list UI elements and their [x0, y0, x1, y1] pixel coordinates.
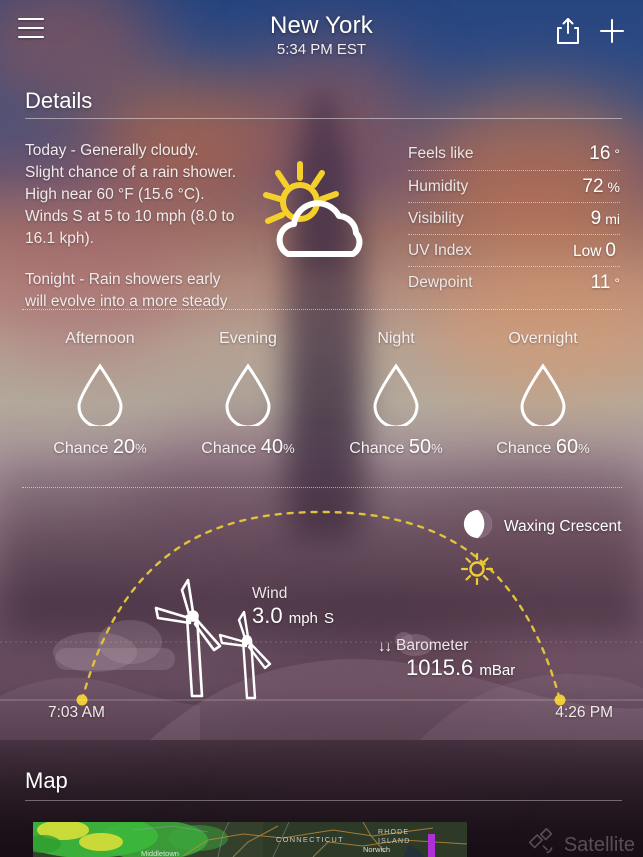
forecast-today: Today - Generally cloudy. Slight chance …: [25, 142, 237, 247]
stat-unit: °: [614, 274, 620, 291]
forecast-tonight: Tonight - Rain showers early will evolve…: [25, 271, 228, 310]
stat-unit: °: [614, 146, 620, 162]
svg-text:Norwich: Norwich: [363, 845, 390, 854]
chance-label: Chance: [349, 440, 405, 457]
percent-symbol: %: [578, 441, 590, 456]
precipitation-row: Afternoon Chance 20% Evening Chance 40% …: [0, 330, 643, 475]
precip-period-label: Night: [377, 330, 415, 347]
chance-value: 50: [408, 436, 432, 458]
details-title-rule: [25, 118, 622, 119]
stat-label: Feels like: [408, 145, 474, 162]
satellite-icon: [528, 828, 558, 857]
sunset-time: 4:26 PM: [555, 704, 613, 721]
precip-period-overnight: Overnight Chance 60%: [463, 330, 623, 459]
sun-behind-cloud-icon: [258, 158, 388, 270]
wind-direction: S: [324, 610, 335, 627]
precip-period-label: Evening: [219, 330, 277, 347]
raindrop-icon: [516, 362, 570, 429]
svg-text:CONNECTICUT: CONNECTICUT: [276, 835, 344, 844]
local-time: 5:34 PM EST: [276, 41, 367, 58]
wind-value: 3.0 mph S: [252, 603, 334, 629]
stat-unit: mi: [605, 210, 620, 227]
table-row: Visibility 9 mi: [408, 202, 620, 234]
stat-number: 0: [605, 239, 616, 261]
stat-number: 72: [582, 175, 604, 197]
page-title: New York: [270, 12, 373, 39]
moon-phase-label: Waxing Crescent: [504, 517, 622, 535]
plus-icon[interactable]: [597, 16, 627, 46]
barometer-unit: mBar: [479, 662, 516, 679]
svg-text:RHODE: RHODE: [378, 829, 409, 836]
chance-value: 20: [112, 436, 136, 458]
barometer-value: 1015.6 mBar: [406, 655, 515, 681]
percent-symbol: %: [283, 441, 295, 456]
stat-value: 11 °: [587, 272, 620, 294]
precip-period-label: Overnight: [508, 330, 578, 347]
stat-label: UV Index: [408, 241, 472, 259]
barometer-readout: ↓↓ Barometer 1015.6 mBar: [378, 637, 515, 681]
stat-value: 72%: [578, 176, 620, 198]
precip-period-evening: Evening Chance 40%: [168, 330, 328, 459]
barometer-number: 1015.6: [406, 655, 474, 680]
stat-value: 9 mi: [587, 208, 620, 230]
table-row: UV Index Low 0: [408, 234, 620, 266]
raindrop-icon: [369, 362, 423, 429]
table-row: Dewpoint 11 °: [408, 266, 620, 298]
percent-symbol: %: [135, 441, 147, 456]
chance-label: Chance: [496, 440, 552, 457]
raindrop-icon: [221, 362, 275, 429]
barometer-label: Barometer: [396, 637, 469, 654]
stat-label: Humidity: [408, 177, 469, 195]
details-section-title: Details: [25, 88, 93, 113]
waxing-crescent-moon-icon: [462, 508, 494, 545]
precip-period-afternoon: Afternoon Chance 20%: [20, 330, 180, 459]
satellite-toggle[interactable]: Satellite: [528, 828, 635, 857]
stat-unit: %: [607, 178, 620, 195]
chance-value: 40: [260, 436, 284, 458]
wind-readout: Wind 3.0 mph S: [252, 585, 334, 629]
section-divider: [22, 309, 622, 310]
forecast-description: Today - Generally cloudy. Slight chance …: [25, 140, 240, 313]
stat-label: Visibility: [408, 209, 464, 227]
precip-period-night: Night Chance 50%: [316, 330, 476, 459]
table-row: Feels like 16 °: [408, 138, 620, 170]
stat-number: 16: [589, 143, 611, 164]
share-icon[interactable]: [555, 16, 581, 46]
stat-number: 11: [590, 271, 611, 293]
stat-value: Low 0: [573, 240, 620, 262]
precip-period-label: Afternoon: [65, 330, 135, 347]
details-stats-table: Feels like 16 ° Humidity 72% Visibility 9…: [408, 138, 620, 298]
stat-label: Dewpoint: [408, 273, 473, 291]
chance-label: Chance: [201, 440, 257, 457]
stat-prefix: Low: [572, 242, 602, 260]
chance-label: Chance: [53, 440, 109, 457]
precip-chance: Chance 50%: [316, 436, 476, 459]
wind-speed: 3.0: [252, 603, 283, 628]
barometer-trend-arrows-icon: ↓↓: [378, 637, 392, 655]
map-section-title: Map: [25, 768, 68, 793]
precip-chance: Chance 20%: [20, 436, 180, 459]
wind-unit: mph: [288, 610, 318, 627]
section-divider: [22, 487, 622, 488]
stat-value: 16 °: [585, 143, 620, 165]
percent-symbol: %: [431, 441, 443, 456]
precip-chance: Chance 60%: [463, 436, 623, 459]
wind-label: Wind: [252, 585, 288, 602]
chance-value: 60: [555, 436, 579, 458]
stat-number: 9: [590, 207, 602, 229]
satellite-label: Satellite: [563, 834, 635, 856]
app-header: New York 5:34 PM EST: [0, 0, 643, 66]
table-row: Humidity 72%: [408, 170, 620, 202]
radar-map[interactable]: CONNECTICUT RHODE ISLAND Norwich Middlet…: [33, 822, 467, 857]
moon-phase: Waxing Crescent: [462, 508, 621, 545]
svg-text:Middletown: Middletown: [141, 849, 179, 857]
map-title-rule: [25, 800, 622, 801]
precip-chance: Chance 40%: [168, 436, 328, 459]
sunrise-time: 7:03 AM: [48, 704, 105, 721]
svg-text:ISLAND: ISLAND: [378, 838, 411, 845]
raindrop-icon: [73, 362, 127, 429]
